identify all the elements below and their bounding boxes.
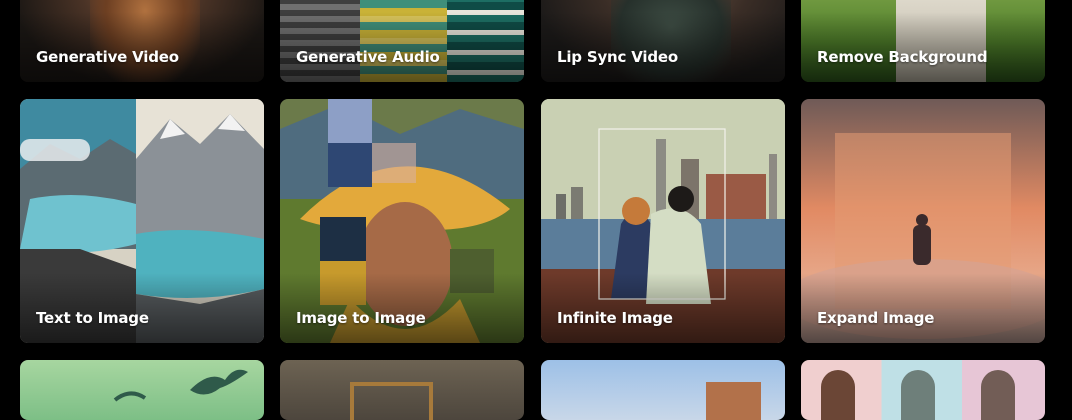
tool-label: Lip Sync Video — [557, 48, 678, 66]
tool-card-portraits[interactable] — [801, 360, 1045, 420]
tool-card-infinite-image[interactable]: Infinite Image — [541, 99, 785, 343]
tool-label: Image to Image — [296, 309, 426, 327]
tool-label: Expand Image — [817, 309, 935, 327]
tool-label: Generative Video — [36, 48, 179, 66]
tool-label: Infinite Image — [557, 309, 673, 327]
tool-label: Remove Background — [817, 48, 988, 66]
tool-card-generative-video[interactable]: Generative Video — [20, 0, 264, 82]
tool-card-image-to-image[interactable]: Image to Image — [280, 99, 524, 343]
tool-card-lip-sync-video[interactable]: Lip Sync Video — [541, 0, 785, 82]
tool-card-generative-audio[interactable]: Generative Audio — [280, 0, 524, 82]
tool-card-birds[interactable] — [20, 360, 264, 420]
tool-label: Generative Audio — [296, 48, 440, 66]
bird-icon — [113, 369, 248, 402]
tool-card-text-to-image[interactable]: Text to Image — [20, 99, 264, 343]
tool-label: Text to Image — [36, 309, 149, 327]
tool-card-landscape[interactable] — [541, 360, 785, 420]
tool-card-expand-image[interactable]: Expand Image — [801, 99, 1045, 343]
tool-card-interior[interactable] — [280, 360, 524, 420]
tool-card-remove-background[interactable]: Remove Background — [801, 0, 1045, 82]
